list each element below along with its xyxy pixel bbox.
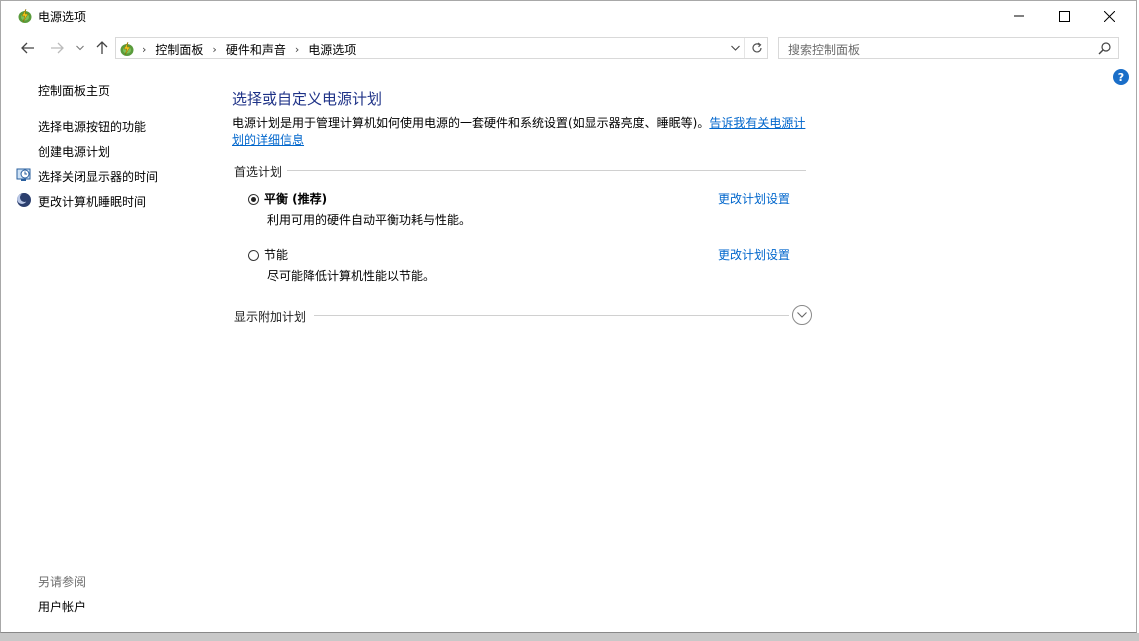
chevron-down-icon [76,45,84,51]
forward-button[interactable] [46,37,68,59]
close-icon [1103,10,1115,22]
breadcrumb: › 控制面板 › 硬件和声音 › 电源选项 [142,41,356,58]
chevron-right-icon[interactable]: › [142,43,146,56]
refresh-icon [752,42,762,53]
title-bar: 电源选项 [1,1,1136,31]
user-accounts-link[interactable]: 用户帐户 [38,598,86,615]
sleep-time-link[interactable]: 更改计算机睡眠时间 [38,193,146,210]
power-options-window: 电源选项 › 控制面板 › 硬件和声音 › 电源选项 搜索控制面板 ? 控制面板… [0,0,1137,633]
control-panel-icon [120,41,134,56]
chevron-down-icon [797,312,807,318]
chevron-right-icon[interactable]: › [212,43,216,56]
breadcrumb-control-panel[interactable]: 控制面板 [155,41,203,58]
preferred-plans-divider [287,170,806,171]
power-options-icon [18,8,32,23]
power-saver-change-settings-link[interactable]: 更改计划设置 [718,246,790,263]
up-arrow-icon [96,41,108,54]
see-also-heading: 另请参阅 [38,575,87,589]
power-saver-plan-desc: 尽可能降低计算机性能以节能。 [267,269,436,283]
expand-additional-plans-button[interactable] [792,305,812,325]
window-title: 电源选项 [38,10,87,24]
power-button-function-link[interactable]: 选择电源按钮的功能 [38,118,146,135]
back-arrow-icon [21,42,34,54]
search-input[interactable]: 搜索控制面板 [788,41,860,58]
balanced-plan-radio[interactable] [248,194,259,205]
sleep-moon-icon [17,193,31,207]
create-power-plan-link[interactable]: 创建电源计划 [38,143,110,160]
display-off-time-link[interactable]: 选择关闭显示器的时间 [38,168,158,185]
chevron-right-icon[interactable]: › [295,43,299,56]
breadcrumb-power-options[interactable]: 电源选项 [308,41,356,58]
monitor-clock-icon [16,168,31,181]
search-box[interactable]: 搜索控制面板 [778,37,1119,59]
help-icon[interactable]: ? [1113,69,1129,85]
close-button[interactable] [1086,1,1132,31]
window-shadow [0,633,1139,641]
breadcrumb-hardware-sound[interactable]: 硬件和声音 [226,41,286,58]
recent-locations-button[interactable] [71,37,89,59]
maximize-button[interactable] [1041,1,1087,31]
balanced-change-settings-link[interactable]: 更改计划设置 [718,190,790,207]
preferred-plans-label: 首选计划 [234,165,283,179]
back-button[interactable] [17,37,39,59]
balanced-plan-desc: 利用可用的硬件自动平衡功耗与性能。 [267,213,472,227]
address-divider [744,38,745,58]
address-bar[interactable]: › 控制面板 › 硬件和声音 › 电源选项 [115,37,768,59]
forward-arrow-icon [51,42,64,54]
chevron-down-icon [730,45,740,51]
up-button[interactable] [91,37,113,59]
control-panel-home-link[interactable]: 控制面板主页 [38,82,110,99]
address-dropdown-button[interactable] [727,41,743,55]
power-saver-plan-name[interactable]: 节能 [264,246,288,263]
page-description: 电源计划是用于管理计算机如何使用电源的一套硬件和系统设置(如显示器亮度、睡眠等)… [232,115,812,149]
page-title: 选择或自定义电源计划 [232,90,383,108]
additional-plans-label[interactable]: 显示附加计划 [234,308,306,325]
refresh-button[interactable] [748,40,766,56]
search-icon[interactable] [1098,41,1112,55]
minimize-button[interactable] [996,1,1042,31]
additional-plans-divider [314,315,789,316]
maximize-icon [1058,10,1070,22]
description-text: 电源计划是用于管理计算机如何使用电源的一套硬件和系统设置(如显示器亮度、睡眠等)… [232,116,710,130]
balanced-plan-name[interactable]: 平衡 (推荐) [264,190,327,207]
power-saver-plan-radio[interactable] [248,250,259,261]
minimize-icon [1014,15,1024,17]
